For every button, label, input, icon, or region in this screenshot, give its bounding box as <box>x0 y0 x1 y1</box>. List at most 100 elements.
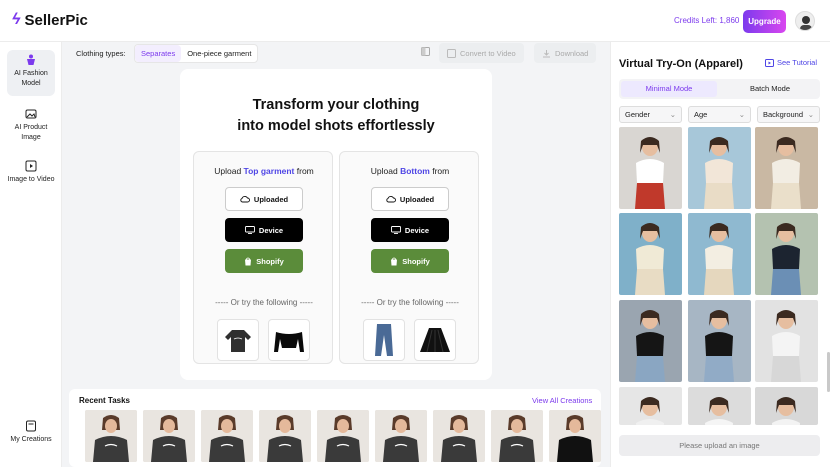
model-photo <box>688 387 751 425</box>
age-filter[interactable]: Age ⌄ <box>688 106 751 123</box>
model-photo <box>688 300 751 382</box>
page-title: Transform your clothing into model shots… <box>180 95 492 137</box>
title-prefix: Upload <box>214 166 244 176</box>
model-option[interactable] <box>619 300 682 382</box>
model-option[interactable] <box>688 387 751 425</box>
chevron-down-icon: ⌄ <box>738 110 745 119</box>
headline-line-2: into model shots effortlessly <box>237 118 435 134</box>
bottom-uploaded-button[interactable]: Uploaded <box>371 187 449 211</box>
tab-minimal-mode[interactable]: Minimal Mode <box>621 81 717 97</box>
sample-sweatshirt[interactable] <box>217 319 259 361</box>
sidebar-item-image-to-video[interactable]: Image to Video <box>7 156 55 196</box>
download-label: Download <box>555 48 589 58</box>
model-option[interactable] <box>688 213 751 295</box>
convert-to-video-button[interactable]: Convert to Video <box>439 43 524 63</box>
skirt-icon <box>420 328 450 353</box>
convert-to-video-label: Convert to Video <box>460 48 516 58</box>
model-photo <box>491 410 543 462</box>
video-icon <box>25 160 37 172</box>
top-shopify-button[interactable]: Shopify <box>225 249 303 273</box>
bottom-garment-panel: Upload Bottom from Uploaded Device Shopi… <box>339 151 479 364</box>
model-photo <box>201 410 253 462</box>
or-divider: ----- Or try the following ----- <box>361 298 459 307</box>
sidebar-item-ai-product-image[interactable]: AI Product Image <box>7 104 55 144</box>
top-device-button[interactable]: Device <box>225 218 303 242</box>
clothing-type-selector: Separates One-piece garment <box>134 44 259 63</box>
model-option[interactable] <box>688 127 751 209</box>
tab-one-piece-garment[interactable]: One-piece garment <box>181 45 257 62</box>
sidebar-item-ai-fashion-model[interactable]: AI Fashion Model <box>7 50 55 96</box>
cloud-icon <box>240 196 250 203</box>
model-option[interactable] <box>688 300 751 382</box>
button-label: Device <box>404 225 430 235</box>
sample-skirt[interactable] <box>414 319 456 361</box>
recent-task-thumbnail[interactable] <box>549 410 601 462</box>
model-photo <box>619 213 682 295</box>
model-option[interactable] <box>619 127 682 209</box>
model-photo <box>755 387 818 425</box>
sidebar-item-label: My Creations <box>10 436 52 443</box>
view-all-creations-link[interactable]: View All Creations <box>532 396 592 405</box>
chevron-down-icon: ⌄ <box>669 110 676 119</box>
compare-icon[interactable] <box>421 47 430 56</box>
model-option[interactable] <box>755 300 818 382</box>
recent-task-thumbnail[interactable] <box>259 410 311 462</box>
button-label: Uploaded <box>399 194 435 204</box>
gender-filter[interactable]: Gender ⌄ <box>619 106 682 123</box>
sample-jeans[interactable] <box>363 319 405 361</box>
top-garment-panel: Upload Top garment from Uploaded Device … <box>193 151 333 364</box>
model-option[interactable] <box>755 387 818 425</box>
tab-separates[interactable]: Separates <box>135 45 182 62</box>
recent-task-thumbnail[interactable] <box>491 410 543 462</box>
model-photo <box>688 213 751 295</box>
logo[interactable]: ϟ SellerPic <box>12 11 88 29</box>
model-photo <box>143 410 195 462</box>
sweatshirt-icon <box>225 330 251 352</box>
top-uploaded-button[interactable]: Uploaded <box>225 187 303 211</box>
recent-task-thumbnail[interactable] <box>85 410 137 462</box>
model-photo <box>317 410 369 462</box>
tab-batch-mode[interactable]: Batch Mode <box>722 81 818 97</box>
button-label: Shopify <box>256 256 284 266</box>
tutorial-icon <box>765 58 774 67</box>
upgrade-button[interactable]: Upgrade <box>743 10 786 33</box>
avatar-icon <box>800 16 812 30</box>
recent-task-thumbnail[interactable] <box>375 410 427 462</box>
folder-icon <box>26 420 36 432</box>
bottom-device-button[interactable]: Device <box>371 218 449 242</box>
model-photo <box>259 410 311 462</box>
background-filter[interactable]: Background ⌄ <box>757 106 820 123</box>
model-photo <box>755 127 818 209</box>
recent-task-thumbnail[interactable] <box>201 410 253 462</box>
tutorial-label: See Tutorial <box>777 58 818 67</box>
model-photo <box>755 300 818 382</box>
logo-text: SellerPic <box>24 11 88 29</box>
sample-black-top[interactable] <box>268 319 310 361</box>
panel-title: Virtual Try-On (Apparel) <box>619 58 743 70</box>
model-photo <box>688 127 751 209</box>
download-button[interactable]: Download <box>534 43 597 63</box>
video-icon <box>447 48 456 58</box>
sidebar-item-my-creations[interactable]: My Creations <box>7 416 55 456</box>
avatar[interactable] <box>795 11 815 31</box>
filter-label: Age <box>694 110 708 119</box>
credits-left: Credits Left: 1,860 <box>674 16 740 25</box>
fashion-model-icon <box>27 54 35 65</box>
bottom-shopify-button[interactable]: Shopify <box>371 249 449 273</box>
sidebar-item-label: AI Product Image <box>14 124 48 141</box>
model-option[interactable] <box>619 387 682 425</box>
see-tutorial-link[interactable]: See Tutorial <box>765 58 817 67</box>
jeans-icon <box>375 324 393 356</box>
model-photo <box>85 410 137 462</box>
mode-toggle: Minimal Mode Batch Mode <box>619 79 820 99</box>
logo-icon: ϟ <box>12 11 21 28</box>
button-label: Device <box>258 225 284 235</box>
title-suffix: from <box>429 166 450 176</box>
recent-task-thumbnail[interactable] <box>143 410 195 462</box>
model-option[interactable] <box>755 213 818 295</box>
button-label: Uploaded <box>253 194 289 204</box>
model-option[interactable] <box>619 213 682 295</box>
recent-task-thumbnail[interactable] <box>317 410 369 462</box>
model-option[interactable] <box>755 127 818 209</box>
recent-task-thumbnail[interactable] <box>433 410 485 462</box>
